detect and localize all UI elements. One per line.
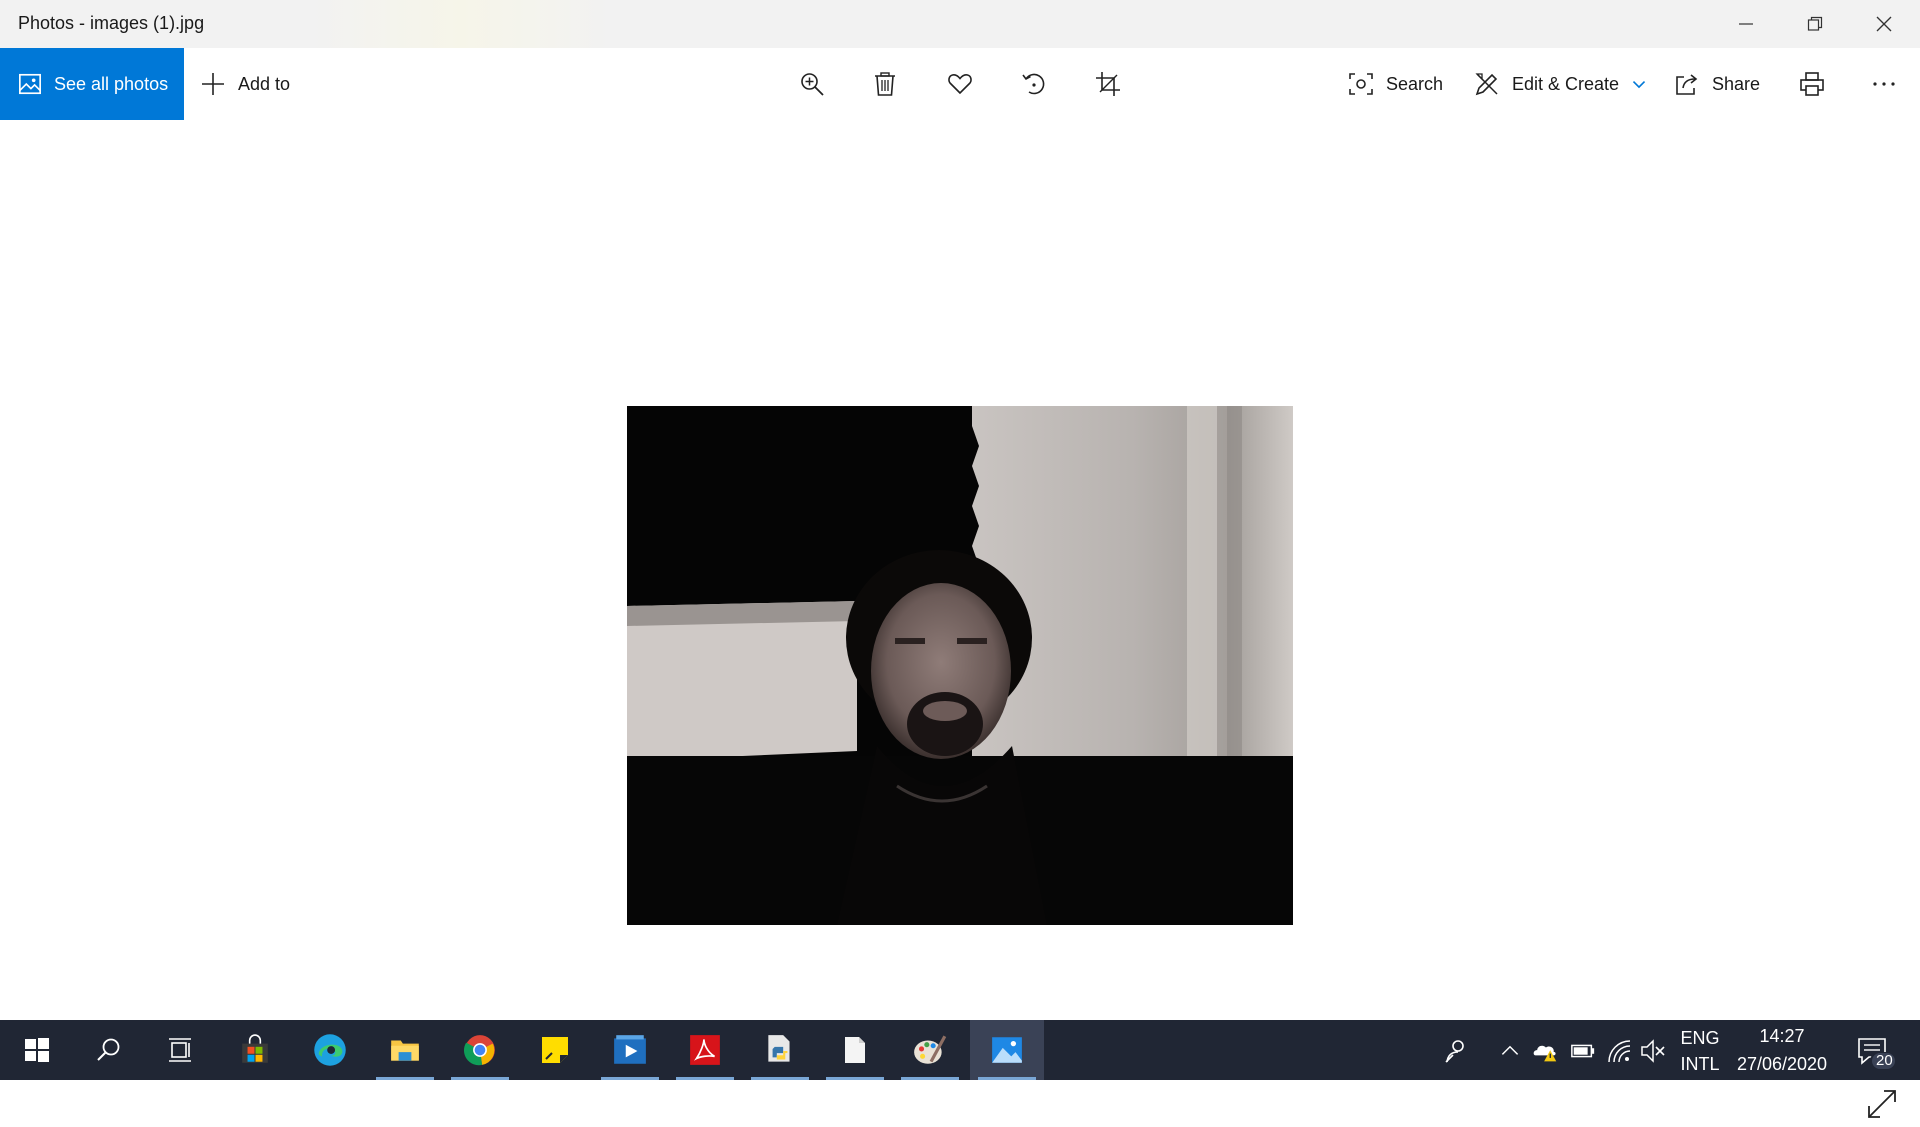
- action-center-button[interactable]: 20: [1856, 1036, 1896, 1070]
- battery-status[interactable]: [1570, 1038, 1596, 1064]
- volume-status[interactable]: [1640, 1038, 1666, 1064]
- taskbar-app-edge[interactable]: [293, 1020, 367, 1080]
- paint-icon: [914, 1035, 947, 1064]
- language-code: ENG: [1680, 1028, 1720, 1048]
- search-icon: [97, 1038, 120, 1061]
- store-icon: [242, 1034, 268, 1063]
- see-all-photos-label: See all photos: [54, 73, 169, 94]
- rotate-icon: [1022, 73, 1045, 95]
- title-bar: Photos - images (1).jpg: [0, 0, 1920, 48]
- edge-icon: [314, 1034, 346, 1066]
- share-label: Share: [1712, 73, 1761, 94]
- clock-date: 27/06/2020: [1736, 1054, 1828, 1074]
- edit-create-button[interactable]: Edit & Create: [1474, 48, 1647, 120]
- taskbar-app-store[interactable]: [218, 1020, 292, 1080]
- close-button[interactable]: [1850, 0, 1918, 48]
- restore-icon: [1807, 16, 1823, 31]
- photo-image: [627, 406, 1293, 925]
- expand-icon: [1868, 1090, 1896, 1118]
- chevron-down-icon: [1632, 80, 1646, 89]
- minimize-button[interactable]: [1712, 0, 1780, 48]
- media-player-icon: [614, 1035, 646, 1064]
- full-screen-button[interactable]: [1864, 1086, 1900, 1122]
- delete-icon: [875, 72, 895, 96]
- search-label: Search: [1386, 73, 1444, 94]
- close-icon: [1876, 16, 1892, 32]
- taskbar-app-sticky-notes[interactable]: [518, 1020, 592, 1080]
- window-title: Photos - images (1).jpg: [18, 13, 205, 33]
- notification-count: 20: [1876, 1052, 1893, 1069]
- people-button[interactable]: [1443, 1038, 1469, 1064]
- search-button[interactable]: Search: [1348, 48, 1443, 120]
- task-view-icon: [169, 1038, 191, 1062]
- onedrive-status[interactable]: [1532, 1038, 1558, 1064]
- taskbar-app-notepad[interactable]: [818, 1020, 892, 1080]
- file-explorer-icon: [391, 1040, 419, 1061]
- minimize-icon: [1739, 23, 1753, 25]
- more-icon: [1873, 82, 1895, 86]
- show-hidden-icons-button[interactable]: [1497, 1038, 1523, 1064]
- see-all-photos-button[interactable]: See all photos: [0, 48, 184, 120]
- taskbar-app-photos[interactable]: [970, 1020, 1044, 1080]
- displayed-photo: [627, 406, 1293, 925]
- zoom-button[interactable]: [794, 66, 830, 102]
- delete-button[interactable]: [867, 66, 903, 102]
- add-to-label: Add to: [238, 73, 291, 94]
- notepad-icon: [845, 1037, 865, 1063]
- battery-icon: [1571, 1044, 1595, 1058]
- image-viewer[interactable]: [0, 120, 1920, 1118]
- restore-button[interactable]: [1781, 0, 1849, 48]
- taskbar-app-python[interactable]: [743, 1020, 817, 1080]
- zoom-in-icon: [801, 73, 824, 96]
- favorite-icon: [948, 74, 972, 95]
- crop-icon: [1096, 72, 1120, 96]
- chrome-icon: [463, 1035, 495, 1066]
- taskbar-app-acrobat[interactable]: [668, 1020, 742, 1080]
- volume-muted-icon: [1641, 1039, 1665, 1063]
- task-view-button[interactable]: [143, 1020, 217, 1080]
- start-button[interactable]: [0, 1020, 74, 1080]
- start-icon: [25, 1038, 49, 1062]
- print-button[interactable]: [1794, 66, 1830, 102]
- add-to-button[interactable]: Add to: [200, 48, 290, 120]
- taskbar-app-paint[interactable]: [893, 1020, 967, 1080]
- photos-icon: [992, 1037, 1022, 1063]
- print-icon: [1800, 72, 1824, 96]
- photos-gallery-icon: [19, 73, 41, 95]
- rotate-button[interactable]: [1016, 66, 1052, 102]
- taskbar-search-button[interactable]: [72, 1020, 146, 1080]
- python-icon: [768, 1035, 790, 1062]
- favorite-button[interactable]: [942, 66, 978, 102]
- edit-create-label: Edit & Create: [1512, 73, 1620, 94]
- crop-button[interactable]: [1090, 66, 1126, 102]
- acrobat-icon: [690, 1035, 720, 1065]
- sticky-notes-icon: [542, 1037, 568, 1063]
- chevron-up-icon: [1501, 1045, 1519, 1055]
- edit-create-icon: [1475, 73, 1498, 96]
- taskbar: ENG INTL 14:27 27/06/2020 20: [0, 1020, 1920, 1080]
- more-options-button[interactable]: [1866, 66, 1902, 102]
- clock-time: 14:27: [1759, 1026, 1805, 1046]
- taskbar-app-file-explorer[interactable]: [368, 1020, 442, 1080]
- keyboard-layout: INTL: [1680, 1054, 1720, 1074]
- taskbar-app-media-player[interactable]: [593, 1020, 667, 1080]
- network-status[interactable]: [1606, 1038, 1632, 1064]
- onedrive-warning-icon: [1533, 1045, 1557, 1062]
- share-icon: [1676, 74, 1698, 95]
- visual-search-icon: [1349, 73, 1373, 95]
- share-button[interactable]: Share: [1674, 48, 1760, 120]
- taskbar-app-chrome[interactable]: [443, 1020, 517, 1080]
- plus-icon: [202, 73, 224, 95]
- toolbar: See all photos Add to Search Edit & Crea…: [0, 48, 1920, 120]
- wifi-icon: [1608, 1040, 1631, 1063]
- people-icon: [1445, 1040, 1464, 1063]
